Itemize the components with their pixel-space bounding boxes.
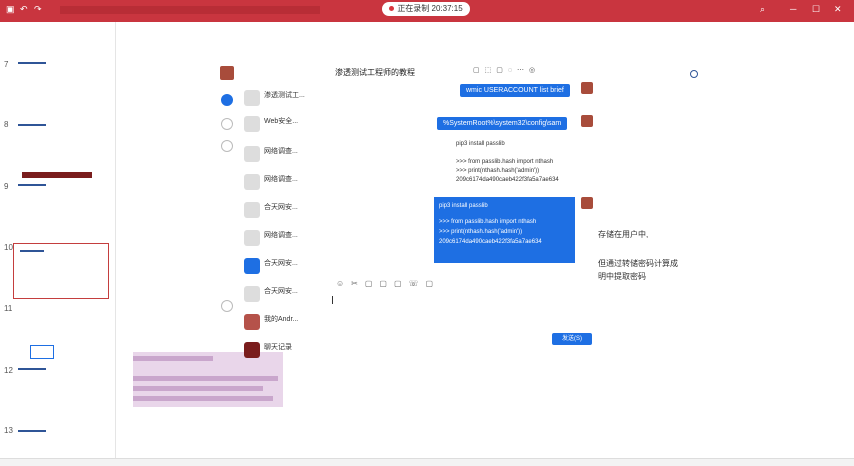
chat-title: 渗透测试工程师的教程 bbox=[335, 68, 415, 77]
selected-slide[interactable] bbox=[13, 243, 109, 299]
close-icon[interactable]: ✕ bbox=[834, 4, 842, 15]
recording-indicator[interactable]: 正在录制 20:37:15 bbox=[382, 2, 470, 16]
save-icon[interactable]: ▣ bbox=[6, 4, 15, 15]
input-toolbar[interactable]: ☺✂▢▢▢☏▢ bbox=[336, 279, 440, 288]
settings-icon[interactable] bbox=[221, 300, 233, 312]
conversation-item[interactable]: 合天网安... bbox=[244, 200, 328, 222]
top-ribbon: ▣ ↶ ↷ 正在录制 20:37:15 ⌕ ─ ☐ ✕ bbox=[0, 0, 854, 22]
minimize-icon[interactable]: ─ bbox=[790, 4, 796, 14]
send-button[interactable]: 发送(S) bbox=[552, 333, 592, 345]
slide-diagram bbox=[30, 345, 54, 359]
sender-avatar bbox=[581, 197, 593, 209]
conversation-item[interactable]: 我的Andr... bbox=[244, 312, 328, 334]
slide-number: 13 bbox=[4, 426, 13, 435]
note-text: 但通过转储密码计算成 bbox=[598, 259, 678, 268]
status-bar bbox=[0, 458, 854, 466]
conversation-item[interactable]: 网络调查... bbox=[244, 172, 328, 194]
slide-thumb[interactable] bbox=[18, 62, 108, 72]
logo bbox=[690, 70, 732, 80]
slide-number: 7 bbox=[4, 60, 9, 69]
search-icon[interactable]: ⌕ bbox=[760, 4, 765, 15]
message-text[interactable]: pip3 install passlib >>> from passlib.ha… bbox=[456, 140, 559, 185]
ribbon-tabs[interactable] bbox=[60, 6, 320, 14]
conversation-item[interactable]: 聊天记录 bbox=[244, 340, 328, 362]
slide-thumb[interactable] bbox=[18, 184, 108, 194]
conversation-item[interactable]: Web安全... bbox=[244, 114, 328, 136]
slide-number: 8 bbox=[4, 120, 9, 129]
slide-thumb[interactable] bbox=[18, 368, 108, 378]
record-dot-icon bbox=[389, 6, 395, 12]
slide-number: 9 bbox=[4, 182, 9, 191]
chat-icon[interactable] bbox=[221, 94, 233, 106]
message-bubble[interactable]: wmic USERACCOUNT list brief bbox=[460, 84, 570, 97]
note-text: 明中提取密码 bbox=[598, 272, 646, 281]
chat-toolbar[interactable]: ▢⬚▢◌⋯◎ bbox=[473, 66, 540, 74]
conversation-item[interactable]: 网络调查... bbox=[244, 228, 328, 250]
note-text: 存储在用户中, bbox=[598, 230, 649, 239]
sender-avatar bbox=[581, 115, 593, 127]
message-bubble[interactable]: %SystemRoot%\system32\config\sam bbox=[437, 117, 568, 130]
sender-avatar bbox=[581, 82, 593, 94]
presentation-app: ▣ ↶ ↷ 正在录制 20:37:15 ⌕ ─ ☐ ✕ 7 8 9 10 11 … bbox=[0, 0, 854, 466]
conversation-item[interactable]: 合天网安... bbox=[244, 284, 328, 306]
star-icon[interactable] bbox=[221, 140, 233, 152]
redo-icon[interactable]: ↷ bbox=[34, 4, 42, 15]
slide-thumb[interactable] bbox=[18, 124, 108, 134]
conversation-item[interactable]: 渗透测试工... bbox=[244, 88, 328, 110]
slide-number: 10 bbox=[4, 243, 13, 252]
highlight-mark bbox=[22, 172, 92, 178]
contacts-icon[interactable] bbox=[221, 118, 233, 130]
message-bubble[interactable]: pip3 install passlib >>> from passlib.ha… bbox=[434, 197, 575, 263]
maximize-icon[interactable]: ☐ bbox=[812, 4, 820, 15]
slide-thumb[interactable] bbox=[18, 430, 108, 440]
slide-panel[interactable]: 7 8 9 10 11 12 13 bbox=[0, 22, 116, 466]
slide-number: 12 bbox=[4, 366, 13, 375]
undo-icon[interactable]: ↶ bbox=[20, 4, 28, 15]
conversation-item[interactable]: 合天网安... bbox=[244, 256, 328, 278]
text-cursor bbox=[332, 296, 333, 304]
conversation-item[interactable]: 网络调查... bbox=[244, 144, 328, 166]
user-avatar[interactable] bbox=[220, 66, 234, 80]
slide-number: 11 bbox=[4, 304, 13, 313]
